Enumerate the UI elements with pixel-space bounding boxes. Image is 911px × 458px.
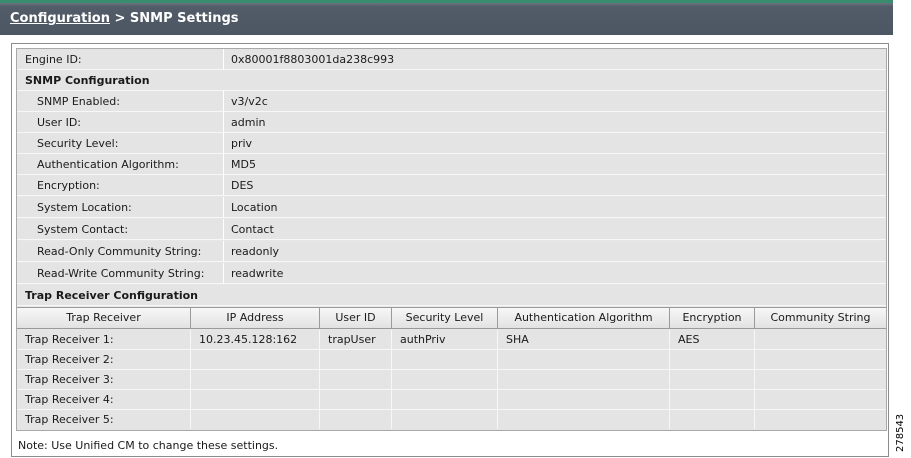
table-row: Trap Receiver 1: 10.23.45.128:162 trapUs… xyxy=(17,330,886,350)
column-divider xyxy=(223,197,224,218)
column-divider xyxy=(223,219,224,240)
trap-table-header: Trap Receiver IP Address User ID Securit… xyxy=(17,307,886,329)
system-location-row: System Location: Location xyxy=(17,197,886,218)
read-only-community-label: Read-Only Community String: xyxy=(37,245,202,258)
breadcrumb: Configuration > SNMP Settings xyxy=(10,11,239,26)
column-header-user-id: User ID xyxy=(320,308,392,328)
security-level-cell xyxy=(392,350,498,369)
column-divider xyxy=(223,175,224,196)
authentication-algorithm-cell xyxy=(498,390,670,409)
authentication-algorithm-cell xyxy=(498,370,670,389)
community-string-cell xyxy=(755,410,886,429)
read-write-community-value: readwrite xyxy=(231,267,284,280)
trap-receiver-configuration-heading-row: Trap Receiver Configuration xyxy=(17,285,886,306)
system-location-value: Location xyxy=(231,201,278,214)
trap-receiver-cell: Trap Receiver 1: xyxy=(17,330,191,349)
encryption-cell xyxy=(670,370,755,389)
authentication-algorithm-cell: SHA xyxy=(498,330,670,349)
footer-note: Note: Use Unified CM to change these set… xyxy=(18,439,279,452)
encryption-cell xyxy=(670,390,755,409)
snmp-enabled-label: SNMP Enabled: xyxy=(37,95,120,108)
community-string-cell xyxy=(755,330,886,349)
system-location-label: System Location: xyxy=(37,201,132,214)
ip-address-cell xyxy=(191,370,320,389)
user-id-label: User ID: xyxy=(37,116,81,129)
security-level-cell xyxy=(392,410,498,429)
encryption-cell: AES xyxy=(670,330,755,349)
figure-number: 278543 xyxy=(895,413,906,452)
page-title: SNMP Settings xyxy=(129,11,239,26)
encryption-value: DES xyxy=(231,179,254,192)
security-level-value: priv xyxy=(231,137,253,150)
breadcrumb-separator: > xyxy=(109,11,130,26)
ip-address-cell xyxy=(191,390,320,409)
trap-receiver-configuration-heading: Trap Receiver Configuration xyxy=(25,289,198,302)
community-string-cell xyxy=(755,350,886,369)
read-write-community-row: Read-Write Community String: readwrite xyxy=(17,263,886,284)
security-level-label: Security Level: xyxy=(37,137,119,150)
ip-address-cell: 10.23.45.128:162 xyxy=(191,330,320,349)
authentication-algorithm-row: Authentication Algorithm: MD5 xyxy=(17,154,886,175)
community-string-cell xyxy=(755,390,886,409)
encryption-row: Encryption: DES xyxy=(17,175,886,196)
column-divider xyxy=(223,91,224,112)
column-header-authentication-algorithm: Authentication Algorithm xyxy=(498,308,670,328)
community-string-cell xyxy=(755,370,886,389)
user-id-cell xyxy=(320,350,392,369)
column-header-community-string: Community String xyxy=(770,311,871,324)
user-id-cell xyxy=(320,370,392,389)
security-level-cell: authPriv xyxy=(392,330,498,349)
column-header-ip-address: IP Address xyxy=(191,308,320,328)
snmp-enabled-value: v3/v2c xyxy=(231,95,268,108)
breadcrumb-configuration-link[interactable]: Configuration xyxy=(10,11,110,26)
column-divider xyxy=(223,112,224,133)
snmp-configuration-heading: SNMP Configuration xyxy=(25,74,150,87)
encryption-cell xyxy=(670,350,755,369)
trap-receiver-cell: Trap Receiver 2: xyxy=(17,350,191,369)
authentication-algorithm-value: MD5 xyxy=(231,158,256,171)
table-row: Trap Receiver 5: xyxy=(17,410,886,430)
column-divider xyxy=(223,154,224,175)
read-write-community-label: Read-Write Community String: xyxy=(37,267,205,280)
ip-address-cell xyxy=(191,410,320,429)
authentication-algorithm-cell xyxy=(498,410,670,429)
encryption-label: Encryption: xyxy=(37,179,100,192)
column-header-security-level: Security Level xyxy=(392,308,498,328)
authentication-algorithm-cell xyxy=(498,350,670,369)
user-id-cell: trapUser xyxy=(320,330,392,349)
page-header: Configuration > SNMP Settings xyxy=(0,0,893,35)
authentication-algorithm-label: Authentication Algorithm: xyxy=(37,158,179,171)
column-divider xyxy=(223,241,224,262)
read-only-community-row: Read-Only Community String: readonly xyxy=(17,241,886,262)
table-row: Trap Receiver 4: xyxy=(17,390,886,410)
ip-address-cell xyxy=(191,350,320,369)
snmp-configuration-heading-row: SNMP Configuration xyxy=(17,70,886,91)
trap-receiver-cell: Trap Receiver 3: xyxy=(17,370,191,389)
trap-receiver-cell: Trap Receiver 5: xyxy=(17,410,191,429)
table-row: Trap Receiver 2: xyxy=(17,350,886,370)
encryption-cell xyxy=(670,410,755,429)
column-divider xyxy=(223,263,224,284)
read-only-community-value: readonly xyxy=(231,245,280,258)
security-level-row: Security Level: priv xyxy=(17,133,886,154)
system-contact-value: Contact xyxy=(231,223,274,236)
engine-id-value: 0x80001f8803001da238c993 xyxy=(231,53,395,66)
engine-id-row: Engine ID: 0x80001f8803001da238c993 xyxy=(17,49,886,70)
user-id-cell xyxy=(320,390,392,409)
user-id-row: User ID: admin xyxy=(17,112,886,133)
system-contact-label: System Contact: xyxy=(37,223,129,236)
engine-id-label: Engine ID: xyxy=(25,53,82,66)
security-level-cell xyxy=(392,390,498,409)
trap-receiver-cell: Trap Receiver 4: xyxy=(17,390,191,409)
column-header-encryption: Encryption xyxy=(670,308,755,328)
table-row: Trap Receiver 3: xyxy=(17,370,886,390)
snmp-enabled-row: SNMP Enabled: v3/v2c xyxy=(17,91,886,112)
user-id-cell xyxy=(320,410,392,429)
column-divider xyxy=(223,49,224,70)
system-contact-row: System Contact: Contact xyxy=(17,219,886,240)
column-header-trap-receiver: Trap Receiver xyxy=(17,308,191,328)
column-divider xyxy=(223,133,224,154)
security-level-cell xyxy=(392,370,498,389)
user-id-value: admin xyxy=(231,116,266,129)
